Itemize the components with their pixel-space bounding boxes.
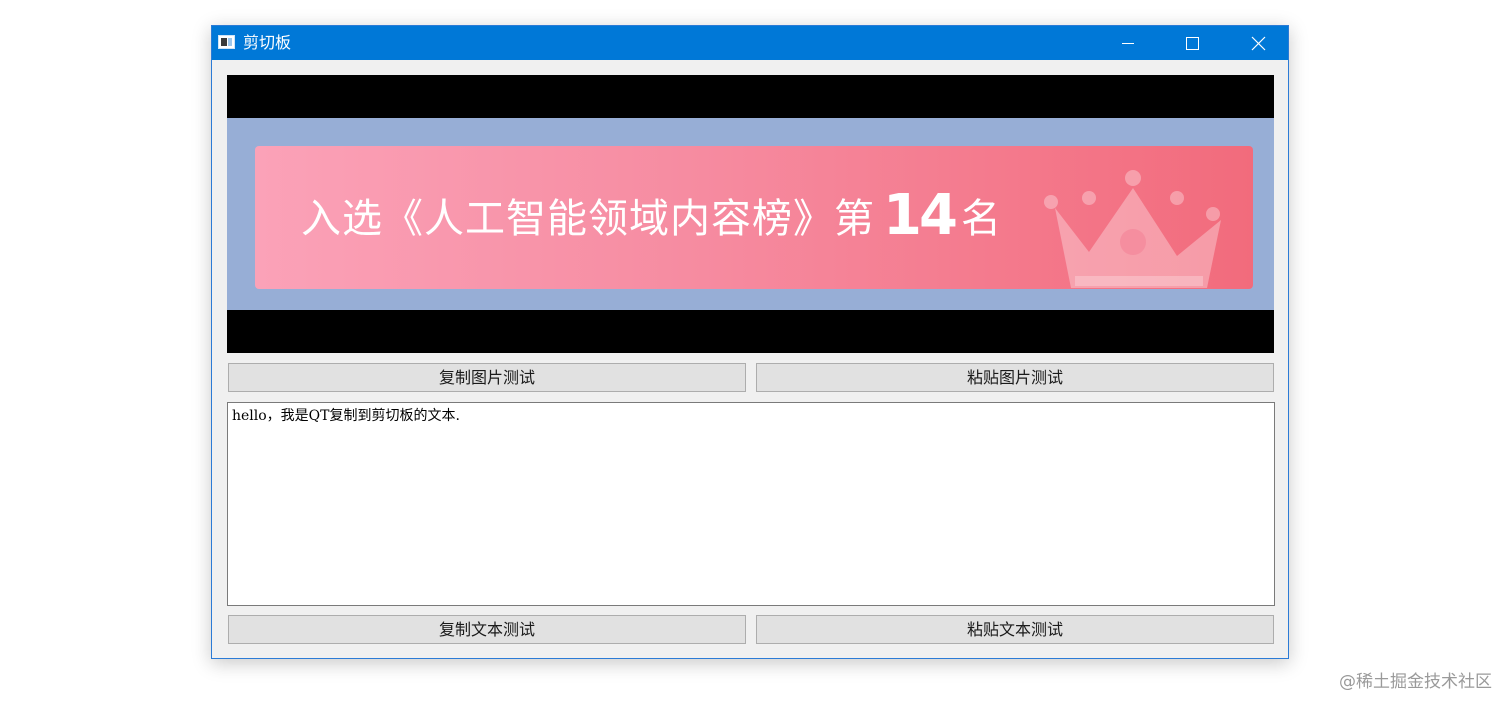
copy-image-button[interactable]: 复制图片测试	[228, 363, 746, 392]
maximize-button[interactable]	[1169, 26, 1215, 60]
close-icon	[1251, 36, 1266, 51]
crown-icon	[1044, 170, 1221, 288]
clipboard-window: 剪切板 入选《人工智能领域内容榜》第 14 名 复制图片测试 粘贴图片测试 he…	[211, 25, 1289, 659]
paste-text-button[interactable]: 粘贴文本测试	[756, 615, 1274, 644]
minimize-icon	[1122, 43, 1134, 44]
pasted-image: 入选《人工智能领域内容榜》第 14 名	[227, 118, 1274, 310]
banner-text: 入选《人工智能领域内容榜》第 14 名	[301, 186, 1002, 249]
copy-text-button[interactable]: 复制文本测试	[228, 615, 746, 644]
text-edit[interactable]: hello，我是QT复制到剪切板的文本.	[227, 402, 1275, 606]
paste-image-button[interactable]: 粘贴图片测试	[756, 363, 1274, 392]
image-preview-label: 入选《人工智能领域内容榜》第 14 名	[227, 75, 1274, 353]
title-bar[interactable]: 剪切板	[212, 26, 1288, 60]
app-icon	[218, 35, 235, 49]
maximize-icon	[1186, 37, 1199, 50]
banner-text-before: 入选《人工智能领域内容榜》第	[301, 196, 875, 242]
watermark: @稀土掘金技术社区	[1339, 672, 1492, 692]
banner-number: 14	[883, 183, 958, 248]
window-title: 剪切板	[243, 33, 292, 52]
banner-text-after: 名	[960, 196, 1002, 242]
minimize-button[interactable]	[1105, 26, 1151, 60]
close-button[interactable]	[1235, 26, 1281, 60]
ranking-banner: 入选《人工智能领域内容榜》第 14 名	[255, 146, 1253, 289]
